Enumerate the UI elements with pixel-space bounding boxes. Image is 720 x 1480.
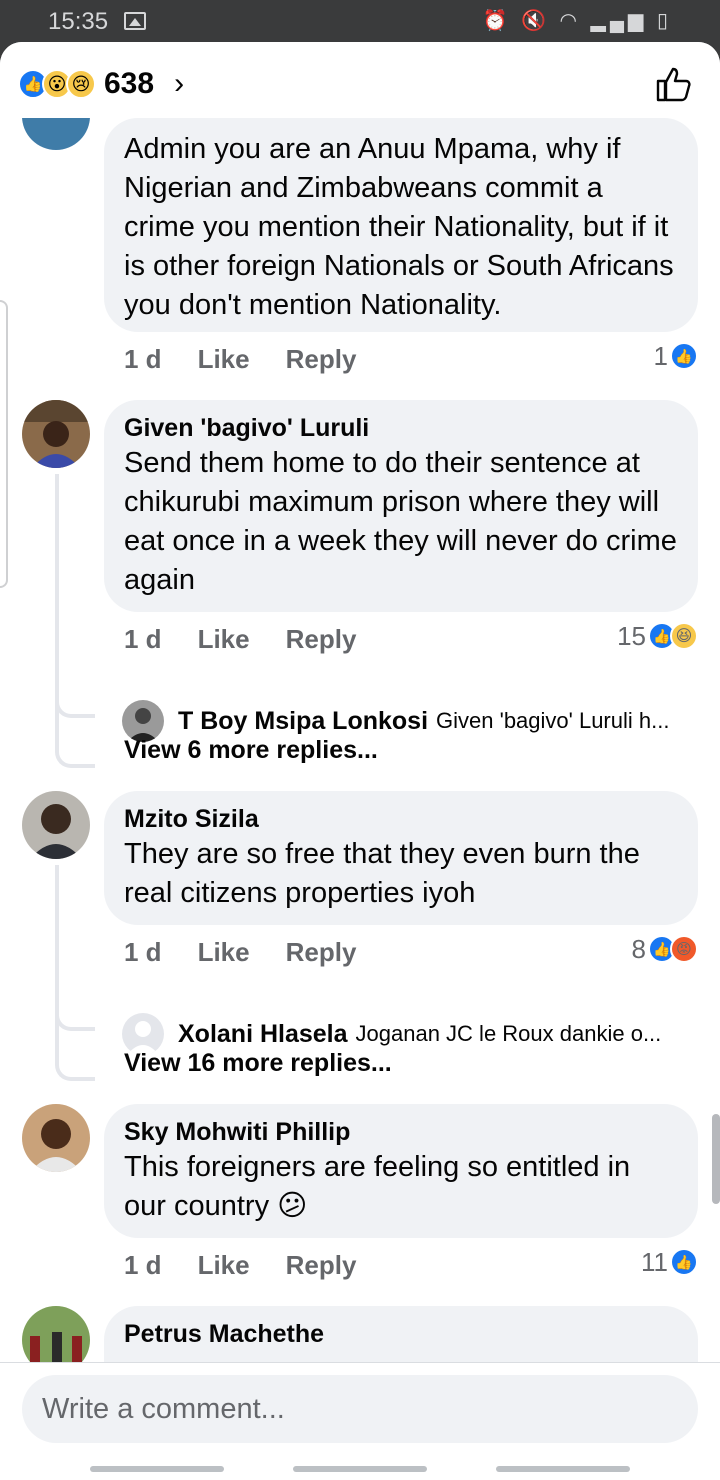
comment-author[interactable]: Mzito Sizila xyxy=(124,803,678,835)
comment-composer xyxy=(0,1362,720,1466)
reply-snippet: Given 'bagivo' Luruli h... xyxy=(436,708,670,733)
comment-reactions[interactable]: 11 👍 xyxy=(641,1247,698,1277)
status-icons: ⏰ 🔇 ◠ ▂▄▆ ▯ xyxy=(482,10,672,32)
reply-button[interactable]: Reply xyxy=(286,344,357,375)
reaction-number: 1 xyxy=(653,340,668,371)
reply-author: T Boy Msipa Lonkosi xyxy=(178,706,429,735)
comment-text: Admin you are an Anuu Mpama, why if Nige… xyxy=(124,133,674,321)
reply-button[interactable]: Reply xyxy=(286,1250,357,1281)
comment-text: This foreigners are feeling so entitled … xyxy=(124,1151,631,1222)
comment-time: 1 d xyxy=(124,1249,162,1280)
comment-bubble[interactable]: Petrus Machethe xyxy=(104,1306,698,1362)
like-icon: 👍 xyxy=(670,342,698,370)
comment-reactions[interactable]: 15 👍 😆 xyxy=(617,621,698,651)
comment-text: Send them home to do their sentence at c… xyxy=(124,447,677,596)
thread-connector xyxy=(55,724,95,768)
reaction-number: 11 xyxy=(641,1246,668,1277)
avatar[interactable] xyxy=(22,118,90,150)
reply-button[interactable]: Reply xyxy=(286,624,357,655)
comments-sheet: 👍 😮 😢 638 › Admin you are an Anuu Mpama,… xyxy=(0,42,720,1480)
thread-connector xyxy=(55,1009,95,1031)
reaction-number: 15 xyxy=(617,620,646,651)
edge-handle[interactable] xyxy=(0,300,8,588)
nav-recents-handle[interactable] xyxy=(496,1466,630,1472)
view-more-replies[interactable]: View 16 more replies... xyxy=(124,1049,392,1078)
avatar-image xyxy=(22,791,90,859)
comment-time: 1 d xyxy=(124,343,162,374)
comment-reactions[interactable]: 1 👍 xyxy=(654,341,698,371)
reaction-count: 638 xyxy=(104,67,155,100)
view-more-replies[interactable]: View 6 more replies... xyxy=(124,736,378,765)
reply-snippet: Joganan JC le Roux dankie o... xyxy=(355,1021,662,1046)
sad-icon: 😢 xyxy=(66,69,96,99)
like-button[interactable]: Like xyxy=(198,624,250,655)
reply-author: Xolani Hlasela xyxy=(178,1019,348,1048)
thread-connector xyxy=(55,696,95,718)
scrollbar[interactable] xyxy=(712,1114,720,1204)
comment-bubble[interactable]: Mzito Sizila They are so free that they … xyxy=(104,791,698,925)
gallery-icon xyxy=(124,12,146,30)
reactions-summary[interactable]: 👍 😮 😢 638 › xyxy=(18,66,184,102)
thumbs-up-outline-icon xyxy=(656,67,691,102)
avatar[interactable] xyxy=(22,1306,90,1362)
comment-time: 1 d xyxy=(124,936,162,967)
nav-home-handle[interactable] xyxy=(293,1466,427,1472)
reply-button[interactable]: Reply xyxy=(286,937,357,968)
comment-actions: 1 d Like Reply xyxy=(124,624,356,654)
like-button[interactable]: Like xyxy=(198,937,250,968)
comment-author[interactable]: Given 'bagivo' Luruli xyxy=(124,412,678,444)
comment-bubble[interactable]: Admin you are an Anuu Mpama, why if Nige… xyxy=(104,118,698,332)
status-time: 15:35 xyxy=(48,8,109,35)
nav-back-handle[interactable] xyxy=(90,1466,224,1472)
comment-author[interactable]: Sky Mohwiti Phillip xyxy=(124,1116,678,1148)
avatar-image xyxy=(22,400,90,468)
comment-input[interactable] xyxy=(22,1375,698,1443)
thumbs-up-icon[interactable] xyxy=(654,64,694,104)
comment-text: They are so free that they even burn the… xyxy=(124,838,640,909)
avatar[interactable] xyxy=(22,400,90,468)
reaction-number: 8 xyxy=(631,933,646,964)
haha-icon: 😆 xyxy=(670,622,698,650)
comment-time: 1 d xyxy=(124,623,162,654)
comment-bubble[interactable]: Given 'bagivo' Luruli Send them home to … xyxy=(104,400,698,612)
comment-actions: 1 d Like Reply xyxy=(124,1250,356,1280)
avatar[interactable] xyxy=(22,1104,90,1172)
comment-bubble[interactable]: Sky Mohwiti Phillip This foreigners are … xyxy=(104,1104,698,1238)
like-icon: 👍 xyxy=(670,1248,698,1276)
avatar-image xyxy=(22,1306,90,1362)
comment-actions: 1 d Like Reply xyxy=(124,344,356,374)
thread-connector xyxy=(55,1037,95,1081)
comment-author[interactable]: Petrus Machethe xyxy=(124,1318,678,1350)
avatar-image xyxy=(22,1104,90,1172)
comment-reactions[interactable]: 8 👍 😡 xyxy=(632,934,698,964)
thread-line xyxy=(55,865,59,1055)
status-bar: 15:35 ⏰ 🔇 ◠ ▂▄▆ ▯ xyxy=(0,0,720,42)
comments-list[interactable]: Admin you are an Anuu Mpama, why if Nige… xyxy=(0,118,720,1362)
sheet-header: 👍 😮 😢 638 › xyxy=(0,42,720,118)
angry-icon: 😡 xyxy=(670,935,698,963)
like-button[interactable]: Like xyxy=(198,1250,250,1281)
comment-actions: 1 d Like Reply xyxy=(124,937,356,967)
chevron-right-icon: › xyxy=(174,67,185,100)
nav-bar xyxy=(0,1466,720,1480)
like-button[interactable]: Like xyxy=(198,344,250,375)
avatar[interactable] xyxy=(22,791,90,859)
